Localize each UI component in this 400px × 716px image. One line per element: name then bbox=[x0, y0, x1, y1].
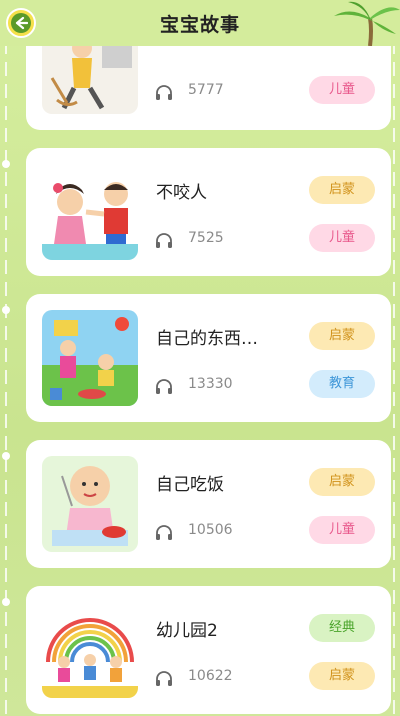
headphones-icon bbox=[156, 85, 172, 100]
listen-count: 5777 bbox=[188, 82, 224, 98]
story-card[interactable]: 自己的东西… 13330 启蒙 教育 bbox=[26, 294, 391, 422]
story-tag: 儿童 bbox=[309, 516, 375, 544]
story-tag: 儿童 bbox=[309, 76, 375, 104]
listen-count: 10622 bbox=[188, 668, 233, 684]
story-tag: 经典 bbox=[309, 614, 375, 642]
story-tag: 教育 bbox=[309, 370, 375, 398]
story-thumbnail bbox=[42, 456, 138, 552]
story-tag: 儿童 bbox=[309, 224, 375, 252]
rail-dot bbox=[2, 306, 10, 314]
listen-count: 13330 bbox=[188, 376, 233, 392]
story-thumbnail bbox=[42, 164, 138, 260]
headphones-icon bbox=[156, 671, 172, 686]
right-dashed-rail bbox=[393, 40, 395, 716]
story-tag: 启蒙 bbox=[309, 468, 375, 496]
story-card[interactable]: 幼儿园2 10622 经典 启蒙 bbox=[26, 586, 391, 714]
rail-dot bbox=[2, 452, 10, 460]
listen-count: 7525 bbox=[188, 230, 224, 246]
header-bar: 宝宝故事 bbox=[0, 0, 400, 46]
story-card[interactable]: 自己吃饭 10506 启蒙 儿童 bbox=[26, 440, 391, 568]
story-title: 不咬人 bbox=[156, 183, 207, 203]
story-thumbnail bbox=[42, 310, 138, 406]
palm-tree-decoration bbox=[334, 1, 400, 46]
headphones-icon bbox=[156, 233, 172, 248]
story-tag: 启蒙 bbox=[309, 662, 375, 690]
rail-dot bbox=[2, 598, 10, 606]
listen-count: 10506 bbox=[188, 522, 233, 538]
story-title: 自己吃饭 bbox=[156, 475, 224, 495]
story-thumbnail bbox=[42, 602, 138, 698]
story-title: 幼儿园2 bbox=[156, 621, 218, 641]
story-card[interactable]: 不咬人 7525 启蒙 儿童 bbox=[26, 148, 391, 276]
story-tag: 启蒙 bbox=[309, 176, 375, 204]
headphones-icon bbox=[156, 379, 172, 394]
story-title: 自己的东西… bbox=[156, 329, 258, 349]
story-tag: 启蒙 bbox=[309, 322, 375, 350]
left-dashed-rail bbox=[5, 40, 7, 716]
rail-dot bbox=[2, 160, 10, 168]
headphones-icon bbox=[156, 525, 172, 540]
app-screen: 5777 儿童 不咬人 7525 启蒙 儿童 自己的东西… 13330 启蒙 教… bbox=[0, 0, 400, 716]
